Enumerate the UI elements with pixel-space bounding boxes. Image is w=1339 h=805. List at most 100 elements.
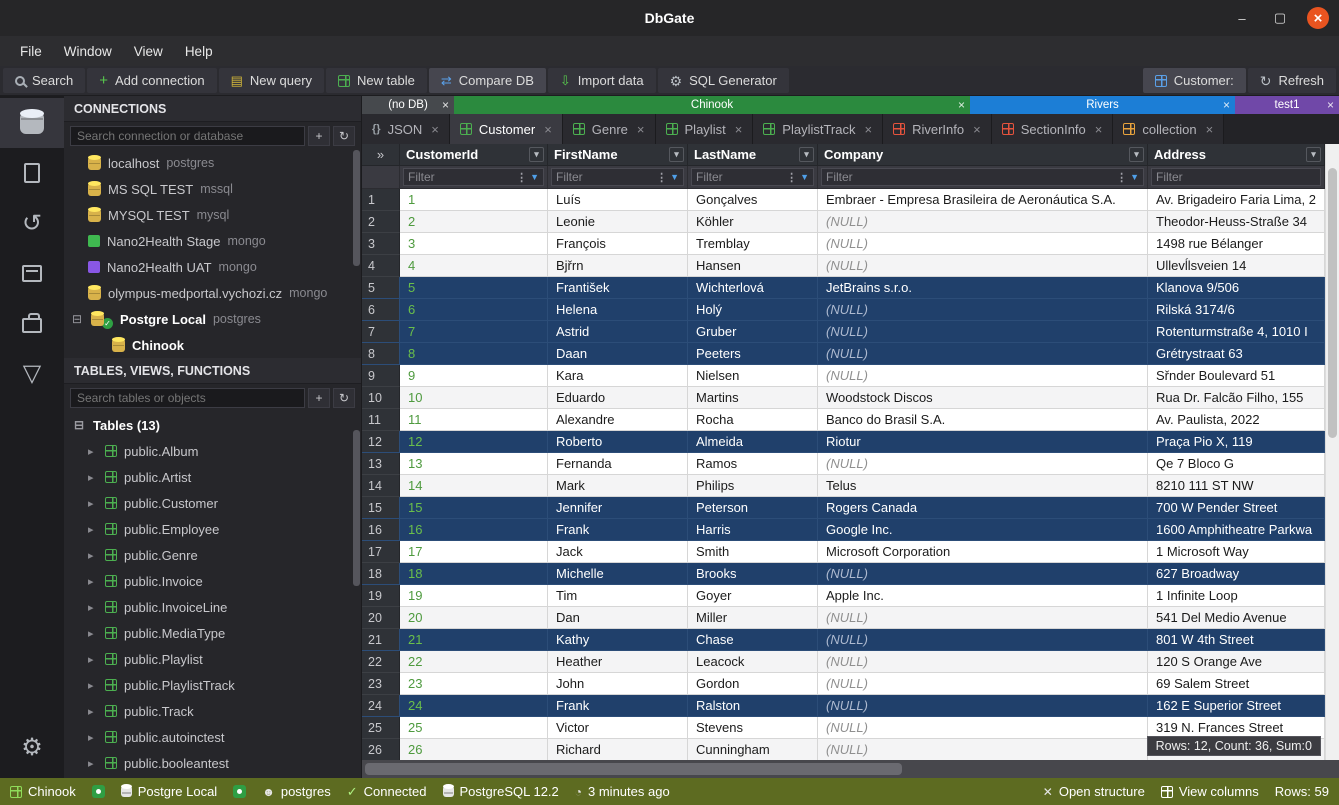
scrollbar-thumb[interactable] — [365, 763, 902, 775]
chevron-down-icon[interactable]: ▾ — [529, 147, 544, 162]
cell-firstname[interactable]: Luís — [548, 189, 688, 211]
cell-address[interactable]: 8210 111 ST NW — [1148, 475, 1325, 497]
row-number[interactable]: 23 — [362, 673, 400, 695]
cell-company[interactable]: Google Inc. — [818, 519, 1148, 541]
cell-customerid[interactable]: 18 — [400, 563, 548, 585]
close-icon[interactable]: × — [544, 122, 552, 137]
row-number[interactable]: 26 — [362, 739, 400, 761]
tab-collection[interactable]: collection× — [1113, 114, 1224, 144]
cell-company[interactable]: (NULL) — [818, 651, 1148, 673]
row-number[interactable]: 3 — [362, 233, 400, 255]
cell-customerid[interactable]: 7 — [400, 321, 548, 343]
expand-columns-icon[interactable]: » — [362, 144, 400, 166]
cell-customerid[interactable]: 3 — [400, 233, 548, 255]
row-number[interactable]: 8 — [362, 343, 400, 365]
cell-firstname[interactable]: Daan — [548, 343, 688, 365]
filter-funnel-icon[interactable]: ▼ — [670, 172, 679, 182]
cell-lastname[interactable]: Goyer — [688, 585, 818, 607]
cell-address[interactable]: Sřnder Boulevard 51 — [1148, 365, 1325, 387]
filter-icon[interactable]: ▽ — [0, 348, 64, 398]
toolbar-button-add-connection[interactable]: +Add connection — [87, 68, 216, 93]
cell-firstname[interactable]: Kathy — [548, 629, 688, 651]
cell-lastname[interactable]: Nielsen — [688, 365, 818, 387]
cell-company[interactable]: (NULL) — [818, 299, 1148, 321]
chevron-right-icon[interactable]: ▸ — [88, 601, 98, 614]
close-icon[interactable]: × — [1095, 122, 1103, 137]
cell-customerid[interactable]: 9 — [400, 365, 548, 387]
row-number[interactable]: 16 — [362, 519, 400, 541]
row-number[interactable]: 12 — [362, 431, 400, 453]
close-icon[interactable]: × — [1206, 122, 1214, 137]
cell-address[interactable]: 700 W Pender Street — [1148, 497, 1325, 519]
cell-address[interactable]: Rua Dr. Falcão Filho, 155 — [1148, 387, 1325, 409]
chevron-right-icon[interactable]: ▸ — [88, 445, 98, 458]
cell-firstname[interactable]: François — [548, 233, 688, 255]
close-icon[interactable]: × — [1327, 98, 1334, 112]
cell-firstname[interactable]: Alexandre — [548, 409, 688, 431]
menu-window[interactable]: Window — [54, 40, 122, 63]
cell-address[interactable]: Grétrystraat 63 — [1148, 343, 1325, 365]
chevron-down-icon[interactable]: ▾ — [1129, 147, 1144, 162]
tab-genre[interactable]: Genre× — [563, 114, 656, 144]
cell-lastname[interactable]: Ramos — [688, 453, 818, 475]
cell-firstname[interactable]: Fernanda — [548, 453, 688, 475]
row-number[interactable]: 7 — [362, 321, 400, 343]
row-number[interactable]: 9 — [362, 365, 400, 387]
cell-lastname[interactable]: Brooks — [688, 563, 818, 585]
filter-input-company[interactable] — [826, 170, 1113, 184]
cell-lastname[interactable]: Wichterlová — [688, 277, 818, 299]
cell-lastname[interactable]: Stevens — [688, 717, 818, 739]
cell-firstname[interactable]: Frank — [548, 695, 688, 717]
file-icon[interactable] — [0, 148, 64, 198]
statusbar-item-view-columns[interactable]: View columns — [1161, 784, 1259, 799]
cell-lastname[interactable]: Tremblay — [688, 233, 818, 255]
cell-customerid[interactable]: 25 — [400, 717, 548, 739]
connection-item-mysql-test[interactable]: MYSQL TESTmysql — [64, 202, 361, 228]
table-item-public-artist[interactable]: ▸public.Artist — [64, 464, 361, 490]
row-number[interactable]: 5 — [362, 277, 400, 299]
cell-customerid[interactable]: 6 — [400, 299, 548, 321]
row-number[interactable]: 24 — [362, 695, 400, 717]
cell-customerid[interactable]: 2 — [400, 211, 548, 233]
cell-company[interactable]: (NULL) — [818, 695, 1148, 717]
db-group-tab-chinook[interactable]: Chinook× — [454, 96, 970, 114]
cell-company[interactable]: Telus — [818, 475, 1148, 497]
cell-address[interactable]: Klanova 9/506 — [1148, 277, 1325, 299]
cell-address[interactable]: 69 Salem Street — [1148, 673, 1325, 695]
cell-firstname[interactable]: Jennifer — [548, 497, 688, 519]
statusbar-item-postgres[interactable]: ☻postgres — [262, 784, 331, 799]
cell-address[interactable]: 541 Del Medio Avenue — [1148, 607, 1325, 629]
chevron-right-icon[interactable]: ▸ — [88, 627, 98, 640]
menu-help[interactable]: Help — [175, 40, 223, 63]
cell-company[interactable]: Banco do Brasil S.A. — [818, 409, 1148, 431]
chevron-right-icon[interactable]: ▸ — [88, 705, 98, 718]
statusbar-item-open-structure[interactable]: ✕Open structure — [1043, 784, 1145, 799]
cell-customerid[interactable]: 22 — [400, 651, 548, 673]
cell-lastname[interactable]: Rocha — [688, 409, 818, 431]
filter-input-address[interactable] — [1156, 170, 1316, 184]
cell-firstname[interactable]: John — [548, 673, 688, 695]
cell-firstname[interactable]: Roberto — [548, 431, 688, 453]
cell-customerid[interactable]: 15 — [400, 497, 548, 519]
cell-company[interactable]: (NULL) — [818, 233, 1148, 255]
toolbar-button-new-query[interactable]: ▤New query — [219, 68, 324, 93]
table-item-public-album[interactable]: ▸public.Album — [64, 438, 361, 464]
connection-item-ms-sql-test[interactable]: MS SQL TESTmssql — [64, 176, 361, 202]
statusbar-item-3-minutes-ago[interactable]: ◔3 minutes ago — [575, 784, 670, 799]
cell-lastname[interactable]: Smith — [688, 541, 818, 563]
cell-customerid[interactable]: 13 — [400, 453, 548, 475]
scrollbar-thumb[interactable] — [353, 430, 360, 586]
cell-lastname[interactable]: Peeters — [688, 343, 818, 365]
filter-menu-icon[interactable]: ⋮ — [516, 171, 527, 184]
connection-item-postgre-local[interactable]: ⊟✓Postgre Localpostgres — [64, 306, 361, 332]
tab-playlisttrack[interactable]: PlaylistTrack× — [753, 114, 883, 144]
chevron-down-icon[interactable]: ▾ — [1306, 147, 1321, 162]
cell-address[interactable]: 1 Infinite Loop — [1148, 585, 1325, 607]
row-number[interactable]: 25 — [362, 717, 400, 739]
table-item-public-playlisttrack[interactable]: ▸public.PlaylistTrack — [64, 672, 361, 698]
collapse-icon[interactable]: ⊟ — [72, 418, 86, 432]
chevron-right-icon[interactable]: ▸ — [88, 523, 98, 536]
cell-lastname[interactable]: Köhler — [688, 211, 818, 233]
tab-riverinfo[interactable]: RiverInfo× — [883, 114, 992, 144]
cell-firstname[interactable]: Mark — [548, 475, 688, 497]
